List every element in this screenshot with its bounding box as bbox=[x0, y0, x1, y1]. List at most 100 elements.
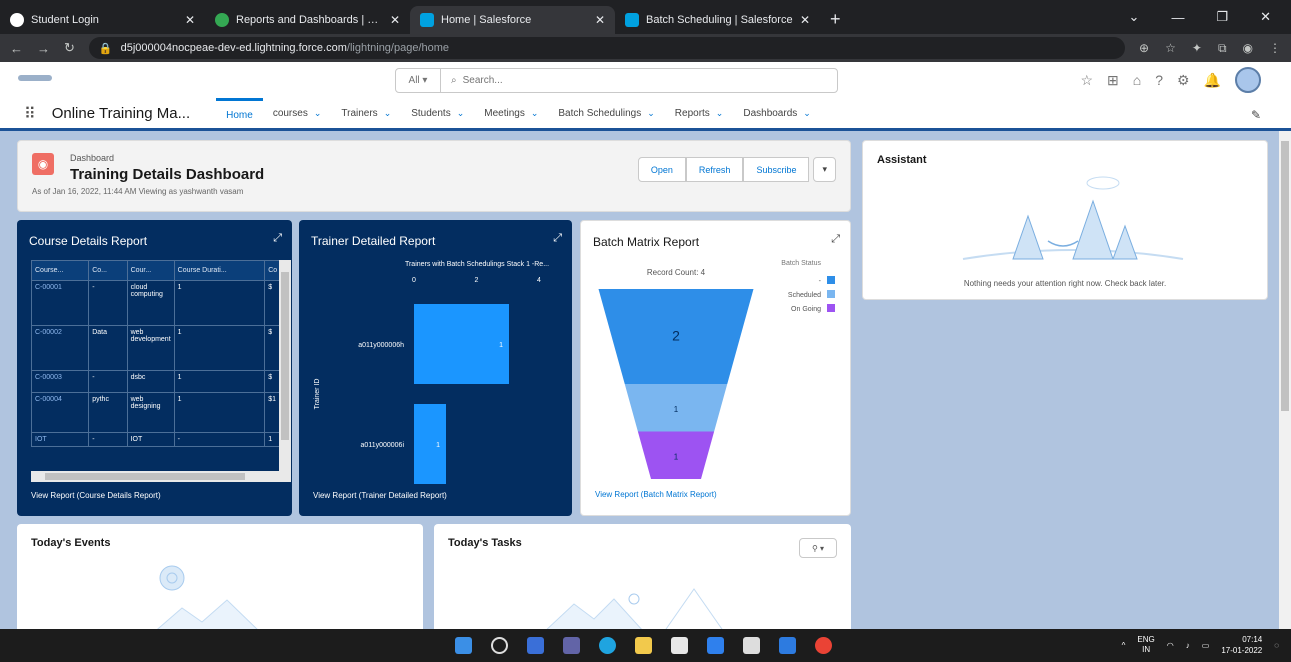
chart-title: Trainers with Batch Schedulings Stack 1 … bbox=[405, 261, 549, 268]
expand-icon[interactable]: ⤢ bbox=[553, 232, 562, 245]
open-button[interactable]: Open bbox=[637, 157, 686, 182]
course-id-link[interactable]: C-00003 bbox=[30, 370, 90, 393]
nav-item-reports[interactable]: Reports ⌄ bbox=[665, 98, 734, 130]
battery-icon[interactable]: ▭ bbox=[1202, 641, 1210, 650]
course-id-link[interactable]: C-00001 bbox=[30, 280, 90, 326]
column-header[interactable]: Cour... bbox=[126, 260, 175, 281]
clock[interactable]: 07:14 17-01-2022 bbox=[1221, 634, 1262, 656]
task-view-icon[interactable] bbox=[527, 637, 544, 654]
nav-item-trainers[interactable]: Trainers ⌄ bbox=[331, 98, 401, 130]
help-icon[interactable]: ? bbox=[1155, 72, 1163, 88]
view-report-link[interactable]: View Report (Course Details Report) bbox=[31, 491, 161, 500]
teams-chat-icon[interactable] bbox=[563, 637, 580, 654]
avatar[interactable] bbox=[1235, 67, 1261, 93]
favorites-icon[interactable]: ☆ bbox=[1080, 72, 1093, 89]
language-indicator[interactable]: ENG IN bbox=[1137, 635, 1154, 655]
close-tab-icon[interactable]: ✕ bbox=[185, 13, 195, 27]
chevron-down-icon[interactable]: ⌄ bbox=[457, 108, 465, 119]
table-cell: pythc bbox=[88, 392, 128, 433]
close-window-icon[interactable]: ✕ bbox=[1260, 9, 1271, 25]
forward-icon[interactable]: → bbox=[37, 41, 50, 56]
edit-nav-pencil-icon[interactable]: ✎ bbox=[1251, 108, 1261, 122]
edge-browser-icon[interactable] bbox=[599, 637, 616, 654]
setup-gear-icon[interactable]: ⚙ bbox=[1177, 72, 1190, 89]
bookmark-star-icon[interactable]: ☆ bbox=[1165, 41, 1176, 56]
file-explorer-icon[interactable] bbox=[635, 637, 652, 654]
browser-tab-batch[interactable]: Batch Scheduling | Salesforce ✕ bbox=[615, 6, 820, 34]
chevron-down-icon[interactable]: ⌄ bbox=[716, 108, 724, 119]
nav-item-courses[interactable]: courses ⌄ bbox=[263, 98, 332, 130]
chevron-down-icon[interactable]: ⌄ bbox=[384, 108, 392, 119]
x-tick-label: 2 bbox=[475, 277, 479, 284]
global-actions-icon[interactable]: ⊞ bbox=[1107, 72, 1119, 89]
word-icon[interactable] bbox=[779, 637, 796, 654]
tab-search-icon[interactable]: ⌄ bbox=[1129, 9, 1140, 25]
extensions-puzzle-icon[interactable]: ⧉ bbox=[1218, 41, 1227, 56]
expand-icon[interactable]: ⤢ bbox=[273, 232, 282, 245]
install-icon[interactable]: ⊕ bbox=[1139, 41, 1149, 56]
nav-item-students[interactable]: Students ⌄ bbox=[401, 98, 474, 130]
more-actions-dropdown[interactable]: ▾ bbox=[813, 157, 836, 182]
search-scope-dropdown[interactable]: All ▾ bbox=[396, 69, 441, 92]
table-vertical-scrollbar[interactable] bbox=[279, 260, 291, 482]
search-input[interactable]: ⌕ Search... bbox=[441, 75, 503, 86]
view-report-link[interactable]: View Report (Batch Matrix Report) bbox=[595, 490, 717, 499]
page-vertical-scrollbar[interactable] bbox=[1279, 131, 1291, 629]
org-logo[interactable] bbox=[18, 71, 58, 91]
close-tab-icon[interactable]: ✕ bbox=[800, 13, 810, 27]
subscribe-button[interactable]: Subscribe bbox=[743, 157, 810, 182]
chevron-down-icon[interactable]: ⌄ bbox=[647, 108, 655, 119]
scrollbar-thumb[interactable] bbox=[281, 272, 289, 440]
campsite-illustration bbox=[962, 176, 1184, 260]
reload-icon[interactable]: ↻ bbox=[64, 40, 75, 56]
back-icon[interactable]: ← bbox=[10, 41, 23, 56]
wifi-icon[interactable]: ◠ bbox=[1167, 641, 1174, 650]
nav-item-home[interactable]: Home bbox=[216, 97, 263, 130]
view-report-link[interactable]: View Report (Trainer Detailed Report) bbox=[313, 491, 447, 500]
notifications-bell-icon[interactable]: 🔔 bbox=[1204, 72, 1221, 89]
mail-icon[interactable] bbox=[707, 637, 724, 654]
nav-item-meetings[interactable]: Meetings ⌄ bbox=[474, 98, 548, 130]
browser-tab-reports[interactable]: Reports and Dashboards | Smar ✕ bbox=[205, 6, 410, 34]
extension-icon[interactable]: ✦ bbox=[1192, 41, 1202, 56]
store-icon[interactable] bbox=[671, 637, 688, 654]
column-header[interactable]: Course Durati... bbox=[173, 260, 266, 281]
profile-icon[interactable]: ◉ bbox=[1243, 41, 1253, 56]
chevron-down-icon[interactable]: ⌄ bbox=[314, 108, 322, 119]
search-icon[interactable] bbox=[491, 637, 508, 654]
windows-start-icon[interactable] bbox=[455, 637, 472, 654]
chevron-down-icon[interactable]: ⌄ bbox=[803, 108, 811, 119]
menu-kebab-icon[interactable]: ⋮ bbox=[1269, 41, 1281, 56]
chrome-browser-icon[interactable] bbox=[815, 637, 832, 654]
browser-tab-home[interactable]: Home | Salesforce ✕ bbox=[410, 6, 615, 34]
trailhead-icon[interactable]: ⌂ bbox=[1133, 72, 1141, 88]
expand-icon[interactable]: ⤢ bbox=[831, 233, 840, 246]
maximize-icon[interactable]: ❐ bbox=[1216, 9, 1228, 25]
course-id-link[interactable]: IOT bbox=[30, 432, 90, 447]
chevron-up-icon[interactable]: ^ bbox=[1122, 641, 1126, 650]
dropbox-icon[interactable] bbox=[743, 637, 760, 654]
calendar-illustration bbox=[150, 565, 264, 635]
close-tab-icon[interactable]: ✕ bbox=[390, 13, 400, 27]
course-id-link[interactable]: C-00004 bbox=[30, 392, 90, 433]
nav-item-dashboards[interactable]: Dashboards ⌄ bbox=[733, 98, 820, 130]
chevron-down-icon[interactable]: ⌄ bbox=[531, 108, 539, 119]
table-horizontal-scrollbar[interactable] bbox=[31, 471, 279, 482]
close-tab-icon[interactable]: ✕ bbox=[595, 13, 605, 27]
scrollbar-thumb[interactable] bbox=[45, 473, 245, 480]
nav-item-batch-schedulings[interactable]: Batch Schedulings ⌄ bbox=[548, 98, 664, 130]
app-launcher-icon[interactable]: ⠿ bbox=[24, 104, 36, 124]
browser-tab-student-login[interactable]: Student Login ✕ bbox=[0, 6, 205, 34]
header-utility-icons: ☆ ⊞ ⌂ ? ⚙ 🔔 bbox=[1080, 67, 1261, 93]
minimize-icon[interactable]: — bbox=[1171, 10, 1184, 25]
scrollbar-thumb[interactable] bbox=[1281, 141, 1289, 411]
new-tab-button[interactable]: + bbox=[820, 9, 851, 34]
column-header[interactable]: Co... bbox=[88, 260, 128, 281]
column-header[interactable]: Course... bbox=[30, 260, 90, 281]
course-id-link[interactable]: C-00002 bbox=[30, 325, 90, 371]
url-field[interactable]: 🔒 d5j000004nocpeae-dev-ed.lightning.forc… bbox=[88, 37, 1126, 59]
refresh-button[interactable]: Refresh bbox=[685, 157, 744, 182]
task-filter-dropdown[interactable]: ⚲ ▾ bbox=[799, 538, 837, 558]
volume-icon[interactable]: ♪ bbox=[1186, 641, 1190, 650]
notifications-icon[interactable]: ◌ bbox=[1274, 641, 1279, 650]
